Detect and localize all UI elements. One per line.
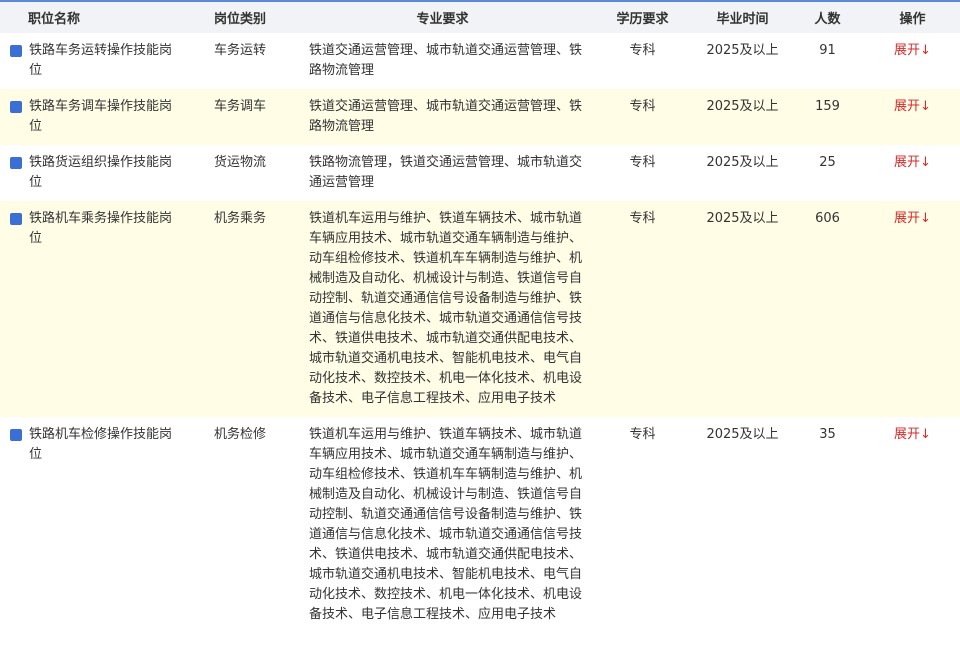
job-count: 606 (790, 201, 865, 417)
job-count: 159 (790, 89, 865, 145)
job-major: 铁道机车运用与维护、铁道车辆技术、城市轨道车辆应用技术、城市轨道交通车辆制造与维… (295, 201, 590, 417)
job-category: 车务运转 (185, 33, 295, 89)
job-name: 铁路机车乘务操作技能岗位 (29, 211, 173, 246)
job-education: 专科 (590, 201, 695, 417)
job-count: 25 (790, 145, 865, 201)
job-major: 铁道交通运营管理、城市轨道交通运营管理、铁路物流管理 (295, 89, 590, 145)
job-major: 铁道交通运营管理、城市轨道交通运营管理、铁路物流管理 (295, 33, 590, 89)
bullet-square-icon (10, 45, 22, 57)
job-count: 35 (790, 417, 865, 633)
job-grad-year: 2025及以上 (695, 417, 790, 633)
job-table: 职位名称 岗位类别 专业要求 学历要求 毕业时间 人数 操作 铁路车务运转操作技… (0, 2, 960, 633)
header-count: 人数 (790, 2, 865, 33)
header-grad-year: 毕业时间 (695, 2, 790, 33)
table-row: 铁路车务调车操作技能岗位 车务调车 铁道交通运营管理、城市轨道交通运营管理、铁路… (0, 89, 960, 145)
header-job-name: 职位名称 (0, 2, 185, 33)
expand-button[interactable]: 展开↓ (894, 43, 931, 58)
job-count: 91 (790, 33, 865, 89)
job-education: 专科 (590, 89, 695, 145)
job-major: 铁路物流管理，铁道交通运营管理、城市轨道交通运营管理 (295, 145, 590, 201)
bullet-square-icon (10, 213, 22, 225)
job-grad-year: 2025及以上 (695, 33, 790, 89)
job-grad-year: 2025及以上 (695, 145, 790, 201)
job-listing-page: 职位名称 岗位类别 专业要求 学历要求 毕业时间 人数 操作 铁路车务运转操作技… (0, 0, 960, 651)
job-education: 专科 (590, 33, 695, 89)
bullet-square-icon (10, 157, 22, 169)
bullet-square-icon (10, 101, 22, 113)
header-education: 学历要求 (590, 2, 695, 33)
job-grad-year: 2025及以上 (695, 89, 790, 145)
job-category: 机务检修 (185, 417, 295, 633)
header-major: 专业要求 (295, 2, 590, 33)
job-category: 车务调车 (185, 89, 295, 145)
expand-button[interactable]: 展开↓ (894, 155, 931, 170)
job-category: 机务乘务 (185, 201, 295, 417)
expand-button[interactable]: 展开↓ (894, 99, 931, 114)
table-header: 职位名称 岗位类别 专业要求 学历要求 毕业时间 人数 操作 (0, 2, 960, 33)
table-body: 铁路车务运转操作技能岗位 车务运转 铁道交通运营管理、城市轨道交通运营管理、铁路… (0, 33, 960, 633)
job-grad-year: 2025及以上 (695, 201, 790, 417)
expand-button[interactable]: 展开↓ (894, 211, 931, 226)
job-category: 货运物流 (185, 145, 295, 201)
job-education: 专科 (590, 417, 695, 633)
bullet-square-icon (10, 429, 22, 441)
table-row: 铁路机车检修操作技能岗位 机务检修 铁道机车运用与维护、铁道车辆技术、城市轨道车… (0, 417, 960, 633)
expand-button[interactable]: 展开↓ (894, 427, 931, 442)
job-name: 铁路货运组织操作技能岗位 (29, 155, 173, 190)
job-education: 专科 (590, 145, 695, 201)
job-name: 铁路机车检修操作技能岗位 (29, 427, 173, 462)
job-name: 铁路车务调车操作技能岗位 (29, 99, 173, 134)
job-major: 铁道机车运用与维护、铁道车辆技术、城市轨道车辆应用技术、城市轨道交通车辆制造与维… (295, 417, 590, 633)
job-name: 铁路车务运转操作技能岗位 (29, 43, 173, 78)
table-row: 铁路车务运转操作技能岗位 车务运转 铁道交通运营管理、城市轨道交通运营管理、铁路… (0, 33, 960, 89)
header-category: 岗位类别 (185, 2, 295, 33)
table-row: 铁路机车乘务操作技能岗位 机务乘务 铁道机车运用与维护、铁道车辆技术、城市轨道车… (0, 201, 960, 417)
header-action: 操作 (865, 2, 960, 33)
table-row: 铁路货运组织操作技能岗位 货运物流 铁路物流管理，铁道交通运营管理、城市轨道交通… (0, 145, 960, 201)
